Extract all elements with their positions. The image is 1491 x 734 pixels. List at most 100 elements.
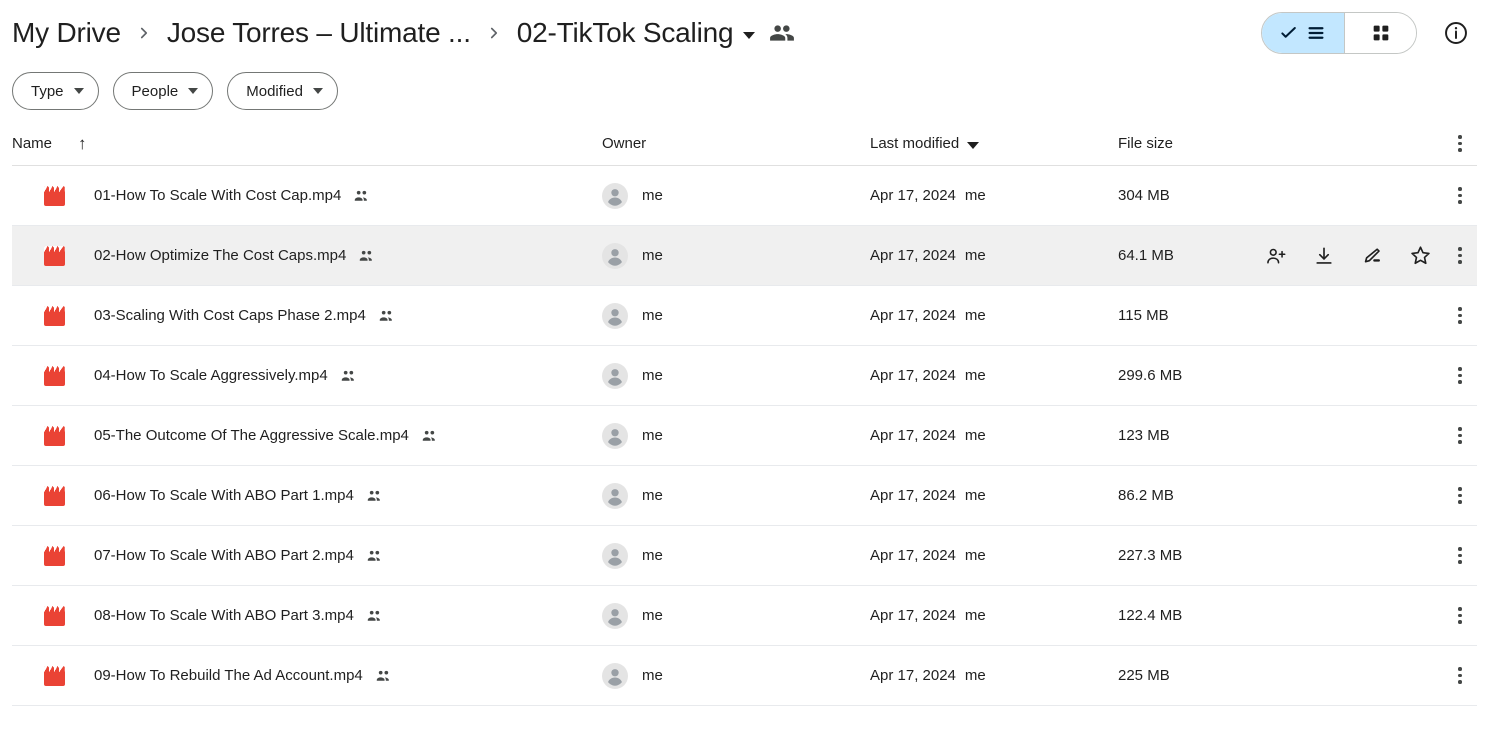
breadcrumb-current-folder[interactable]: 02-TikTok Scaling <box>517 19 756 47</box>
last-modified-cell: Apr 17, 2024 me <box>870 247 986 264</box>
modified-date: Apr 17, 2024 <box>870 487 956 504</box>
table-row-4[interactable]: 04-How To Scale Aggressively.mp4 me Apr … <box>12 346 1477 406</box>
sort-descending-icon <box>967 141 980 149</box>
filter-chip-people-label: People <box>131 82 179 100</box>
file-name: 05-The Outcome Of The Aggressive Scale.m… <box>94 427 409 444</box>
filter-chip-type[interactable]: Type <box>12 72 99 110</box>
shared-people-icon <box>340 367 357 384</box>
shared-people-icon <box>366 487 383 504</box>
owner-name: me <box>642 547 663 564</box>
avatar <box>602 242 628 269</box>
table-options-icon[interactable] <box>1443 127 1477 161</box>
file-size: 227.3 MB <box>1118 547 1183 564</box>
file-name: 08-How To Scale With ABO Part 3.mp4 <box>94 607 354 624</box>
file-name: 01-How To Scale With Cost Cap.mp4 <box>94 187 342 204</box>
chevron-down-icon <box>188 88 199 94</box>
modified-by: me <box>964 427 986 444</box>
shared-people-icon <box>366 547 383 564</box>
owner-name: me <box>642 367 663 384</box>
file-size: 299.6 MB <box>1118 367 1183 384</box>
sort-ascending-icon[interactable]: ↑ <box>78 135 87 152</box>
star-icon[interactable] <box>1407 243 1433 269</box>
filter-chip-people[interactable]: People <box>112 72 214 110</box>
modified-by: me <box>964 247 986 264</box>
table-row-7[interactable]: 07-How To Scale With ABO Part 2.mp4 me A… <box>12 526 1477 586</box>
shared-people-icon <box>358 247 375 264</box>
video-clapperboard-icon <box>32 245 76 266</box>
last-modified-cell: Apr 17, 2024 me <box>870 187 986 204</box>
video-clapperboard-icon <box>32 365 76 386</box>
info-icon[interactable] <box>1435 12 1477 54</box>
file-size: 115 MB <box>1118 307 1169 324</box>
filter-chip-modified[interactable]: Modified <box>227 72 338 110</box>
more-options-icon[interactable] <box>1443 419 1477 453</box>
table-row-2[interactable]: 02-How Optimize The Cost Caps.mp4 me Apr… <box>12 226 1477 286</box>
table-body: 01-How To Scale With Cost Cap.mp4 me Apr… <box>12 166 1477 706</box>
list-view-button[interactable] <box>1262 13 1344 53</box>
column-header-owner-label: Owner <box>602 135 647 152</box>
table-row-3[interactable]: 03-Scaling With Cost Caps Phase 2.mp4 me <box>12 286 1477 346</box>
table-row-6[interactable]: 06-How To Scale With ABO Part 1.mp4 me A… <box>12 466 1477 526</box>
table-row-8[interactable]: 08-How To Scale With ABO Part 3.mp4 me A… <box>12 586 1477 646</box>
more-options-icon[interactable] <box>1443 599 1477 633</box>
share-add-person-icon[interactable] <box>1263 243 1289 269</box>
modified-date: Apr 17, 2024 <box>870 247 956 264</box>
more-options-icon[interactable] <box>1443 659 1477 693</box>
shared-people-icon <box>375 667 392 684</box>
avatar <box>602 362 628 389</box>
modified-by: me <box>964 547 986 564</box>
avatar <box>602 422 628 449</box>
column-header-name[interactable]: Name <box>12 135 52 152</box>
owner-name: me <box>642 427 663 444</box>
last-modified-cell: Apr 17, 2024 me <box>870 487 986 504</box>
file-size: 123 MB <box>1118 427 1170 444</box>
last-modified-cell: Apr 17, 2024 me <box>870 307 986 324</box>
file-list-table: Name ↑ Owner Last modified File size 01-… <box>0 122 1491 706</box>
modified-by: me <box>964 367 986 384</box>
more-options-icon[interactable] <box>1443 479 1477 513</box>
more-options-icon[interactable] <box>1443 359 1477 393</box>
modified-by: me <box>964 187 986 204</box>
last-modified-cell: Apr 17, 2024 me <box>870 367 986 384</box>
breadcrumb-parent[interactable]: Jose Torres – Ultimate ... <box>167 19 471 47</box>
owner-name: me <box>642 307 663 324</box>
avatar <box>602 542 628 569</box>
file-size: 304 MB <box>1118 187 1170 204</box>
chevron-down-icon[interactable] <box>743 31 756 39</box>
more-options-icon[interactable] <box>1443 539 1477 573</box>
table-row-1[interactable]: 01-How To Scale With Cost Cap.mp4 me Apr… <box>12 166 1477 226</box>
column-header-size[interactable]: File size <box>1118 135 1173 152</box>
last-modified-cell: Apr 17, 2024 me <box>870 547 986 564</box>
modified-date: Apr 17, 2024 <box>870 607 956 624</box>
chevron-down-icon <box>312 88 323 94</box>
avatar <box>602 482 628 509</box>
avatar <box>602 602 628 629</box>
app-header: My Drive Jose Torres – Ultimate ... 02-T… <box>0 0 1491 66</box>
edit-pencil-icon[interactable] <box>1359 243 1385 269</box>
column-header-owner[interactable]: Owner <box>602 135 646 152</box>
table-row-5[interactable]: 05-The Outcome Of The Aggressive Scale.m… <box>12 406 1477 466</box>
modified-date: Apr 17, 2024 <box>870 427 956 444</box>
file-name: 04-How To Scale Aggressively.mp4 <box>94 367 328 384</box>
table-row-9[interactable]: 09-How To Rebuild The Ad Account.mp4 me <box>12 646 1477 706</box>
video-clapperboard-icon <box>32 605 76 626</box>
more-options-icon[interactable] <box>1443 299 1477 333</box>
video-clapperboard-icon <box>32 665 76 686</box>
avatar <box>602 302 628 329</box>
owner-name: me <box>642 667 663 684</box>
folder-shared-icon[interactable] <box>769 20 795 46</box>
video-clapperboard-icon <box>32 425 76 446</box>
file-name: 06-How To Scale With ABO Part 1.mp4 <box>94 487 354 504</box>
modified-date: Apr 17, 2024 <box>870 367 956 384</box>
breadcrumb-root[interactable]: My Drive <box>12 19 121 47</box>
video-clapperboard-icon <box>32 185 76 206</box>
column-header-modified[interactable]: Last modified <box>870 135 980 152</box>
more-options-icon[interactable] <box>1443 179 1477 213</box>
video-clapperboard-icon <box>32 305 76 326</box>
modified-by: me <box>964 487 986 504</box>
last-modified-cell: Apr 17, 2024 me <box>870 667 986 684</box>
avatar <box>602 662 628 689</box>
more-options-icon[interactable] <box>1443 239 1477 273</box>
download-icon[interactable] <box>1311 243 1337 269</box>
grid-view-button[interactable] <box>1344 13 1416 53</box>
